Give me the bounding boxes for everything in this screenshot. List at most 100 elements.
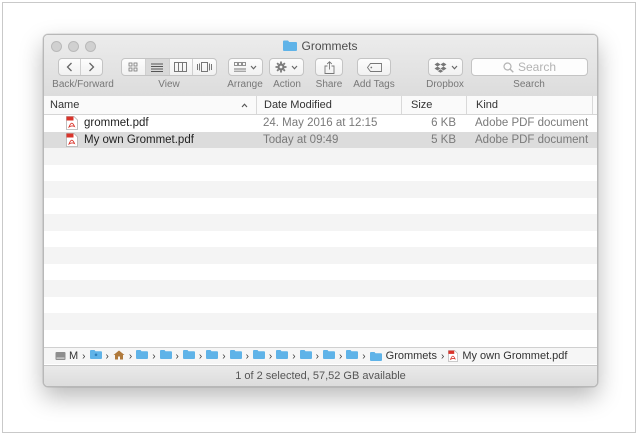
path-item-folder[interactable] xyxy=(159,350,172,362)
folder-icon xyxy=(206,350,219,359)
path-item-grommets[interactable]: Grommets xyxy=(369,350,437,362)
dropbox-label: Dropbox xyxy=(426,79,464,90)
back-forward-label: Back/Forward xyxy=(52,79,114,90)
arrange-button[interactable] xyxy=(228,58,263,76)
empty-row xyxy=(44,198,597,215)
file-size: 5 KB xyxy=(431,133,456,146)
share-label: Share xyxy=(315,79,343,90)
empty-row xyxy=(44,231,597,248)
path-chevron: › xyxy=(128,350,133,362)
empty-row xyxy=(44,247,597,264)
status-text: 1 of 2 selected, 57,52 GB available xyxy=(235,370,406,382)
finder-window: Grommets Back/Forward View Arrange Actio… xyxy=(43,34,598,387)
search-field[interactable]: Search xyxy=(471,58,588,76)
add-tags-label: Add Tags xyxy=(353,79,395,90)
empty-row xyxy=(44,148,597,165)
folder-icon xyxy=(252,350,265,359)
view-control xyxy=(121,58,217,76)
column-date-label: Date Modified xyxy=(264,99,332,111)
folder-icon xyxy=(136,350,149,359)
column-date-header[interactable]: Date Modified xyxy=(256,96,402,114)
home-icon xyxy=(113,350,125,359)
column-size-label: Size xyxy=(411,99,433,111)
path-item-folder[interactable] xyxy=(276,350,289,362)
file-date: 24. May 2016 at 12:15 xyxy=(263,117,378,129)
search-label: Search xyxy=(513,79,545,90)
path-chevron: › xyxy=(82,350,86,362)
path-chevron: › xyxy=(245,350,249,362)
dropbox-icon xyxy=(434,62,446,73)
path-item-file[interactable]: My own Grommet.pdf xyxy=(448,350,567,362)
sort-ascending-icon xyxy=(241,103,248,108)
search-placeholder: Search xyxy=(517,60,557,74)
chevron-right-icon xyxy=(89,62,95,72)
path-item-folder[interactable] xyxy=(182,350,195,362)
add-tags-button[interactable] xyxy=(357,58,391,76)
file-name: grommet.pdf xyxy=(84,117,149,129)
path-item-folder[interactable] xyxy=(346,350,359,362)
folder-icon xyxy=(229,350,242,359)
column-header: Name Date Modified Size Kind xyxy=(44,96,597,115)
path-chevron: › xyxy=(338,350,343,362)
search-icon xyxy=(503,61,514,73)
path-item-folder[interactable] xyxy=(206,350,219,362)
column-kind-header[interactable]: Kind xyxy=(466,96,593,114)
path-folder-label: Grommets xyxy=(385,350,437,362)
column-end-separator xyxy=(592,96,597,114)
column-name-header[interactable]: Name xyxy=(50,96,255,114)
path-chevron: › xyxy=(440,350,445,362)
empty-row xyxy=(44,313,597,330)
folder-icon xyxy=(276,350,289,359)
window-title-bar: Grommets xyxy=(44,39,597,54)
toolbar: Grommets Back/Forward View Arrange Actio… xyxy=(44,35,597,97)
icon-view-button[interactable] xyxy=(122,59,146,75)
path-item-folder[interactable] xyxy=(299,350,312,362)
chevron-down-icon xyxy=(250,65,257,70)
status-bar: 1 of 2 selected, 57,52 GB available xyxy=(44,365,597,386)
column-view-button[interactable] xyxy=(170,59,194,75)
path-chevron: › xyxy=(198,350,203,362)
path-item-folder[interactable] xyxy=(252,350,265,362)
folder-icon xyxy=(182,350,195,359)
gear-icon xyxy=(275,61,287,73)
path-item-disk[interactable]: M xyxy=(55,350,78,362)
action-label: Action xyxy=(273,79,301,90)
path-disk-label: M xyxy=(69,350,79,362)
file-list: grommet.pdf 24. May 2016 at 12:15 6 KB A… xyxy=(44,115,597,347)
dropbox-button[interactable] xyxy=(428,58,463,76)
columns-icon xyxy=(174,62,188,72)
folder-icon xyxy=(346,350,359,359)
chevron-left-icon xyxy=(66,62,72,72)
path-item-folder[interactable] xyxy=(136,350,149,362)
forward-button[interactable] xyxy=(81,59,102,75)
path-bar: M › › › › › › › › › › › › › Grommets › M… xyxy=(44,347,597,364)
column-size-header[interactable]: Size xyxy=(401,96,467,114)
cover-flow-view-button[interactable] xyxy=(193,59,216,75)
file-kind: Adobe PDF document xyxy=(475,133,589,146)
action-button[interactable] xyxy=(269,58,304,76)
list-icon xyxy=(151,63,164,72)
back-button[interactable] xyxy=(59,59,81,75)
column-kind-label: Kind xyxy=(476,99,499,111)
pdf-file-icon xyxy=(448,350,459,362)
list-view-button[interactable] xyxy=(145,59,170,75)
path-chevron: › xyxy=(315,350,319,362)
path-chevron: › xyxy=(362,350,366,362)
file-date: Today at 09:49 xyxy=(263,133,339,146)
file-row[interactable]: My own Grommet.pdf Today at 09:49 5 KB A… xyxy=(44,131,597,148)
file-row[interactable]: grommet.pdf 24. May 2016 at 12:15 6 KB A… xyxy=(44,115,597,132)
path-item-folder[interactable] xyxy=(229,350,242,362)
back-forward-control xyxy=(58,58,103,76)
chevron-down-icon xyxy=(451,65,457,70)
empty-row xyxy=(44,264,597,281)
path-item-user-folder[interactable] xyxy=(89,350,102,362)
empty-row xyxy=(44,214,597,231)
path-item-folder[interactable] xyxy=(322,350,335,362)
cover-flow-icon xyxy=(197,62,213,72)
file-name: My own Grommet.pdf xyxy=(84,133,194,146)
chevron-down-icon xyxy=(291,65,298,70)
arrange-icon xyxy=(234,62,246,72)
path-chevron: › xyxy=(292,350,296,362)
path-item-home[interactable] xyxy=(113,350,125,363)
share-button[interactable] xyxy=(315,58,343,76)
